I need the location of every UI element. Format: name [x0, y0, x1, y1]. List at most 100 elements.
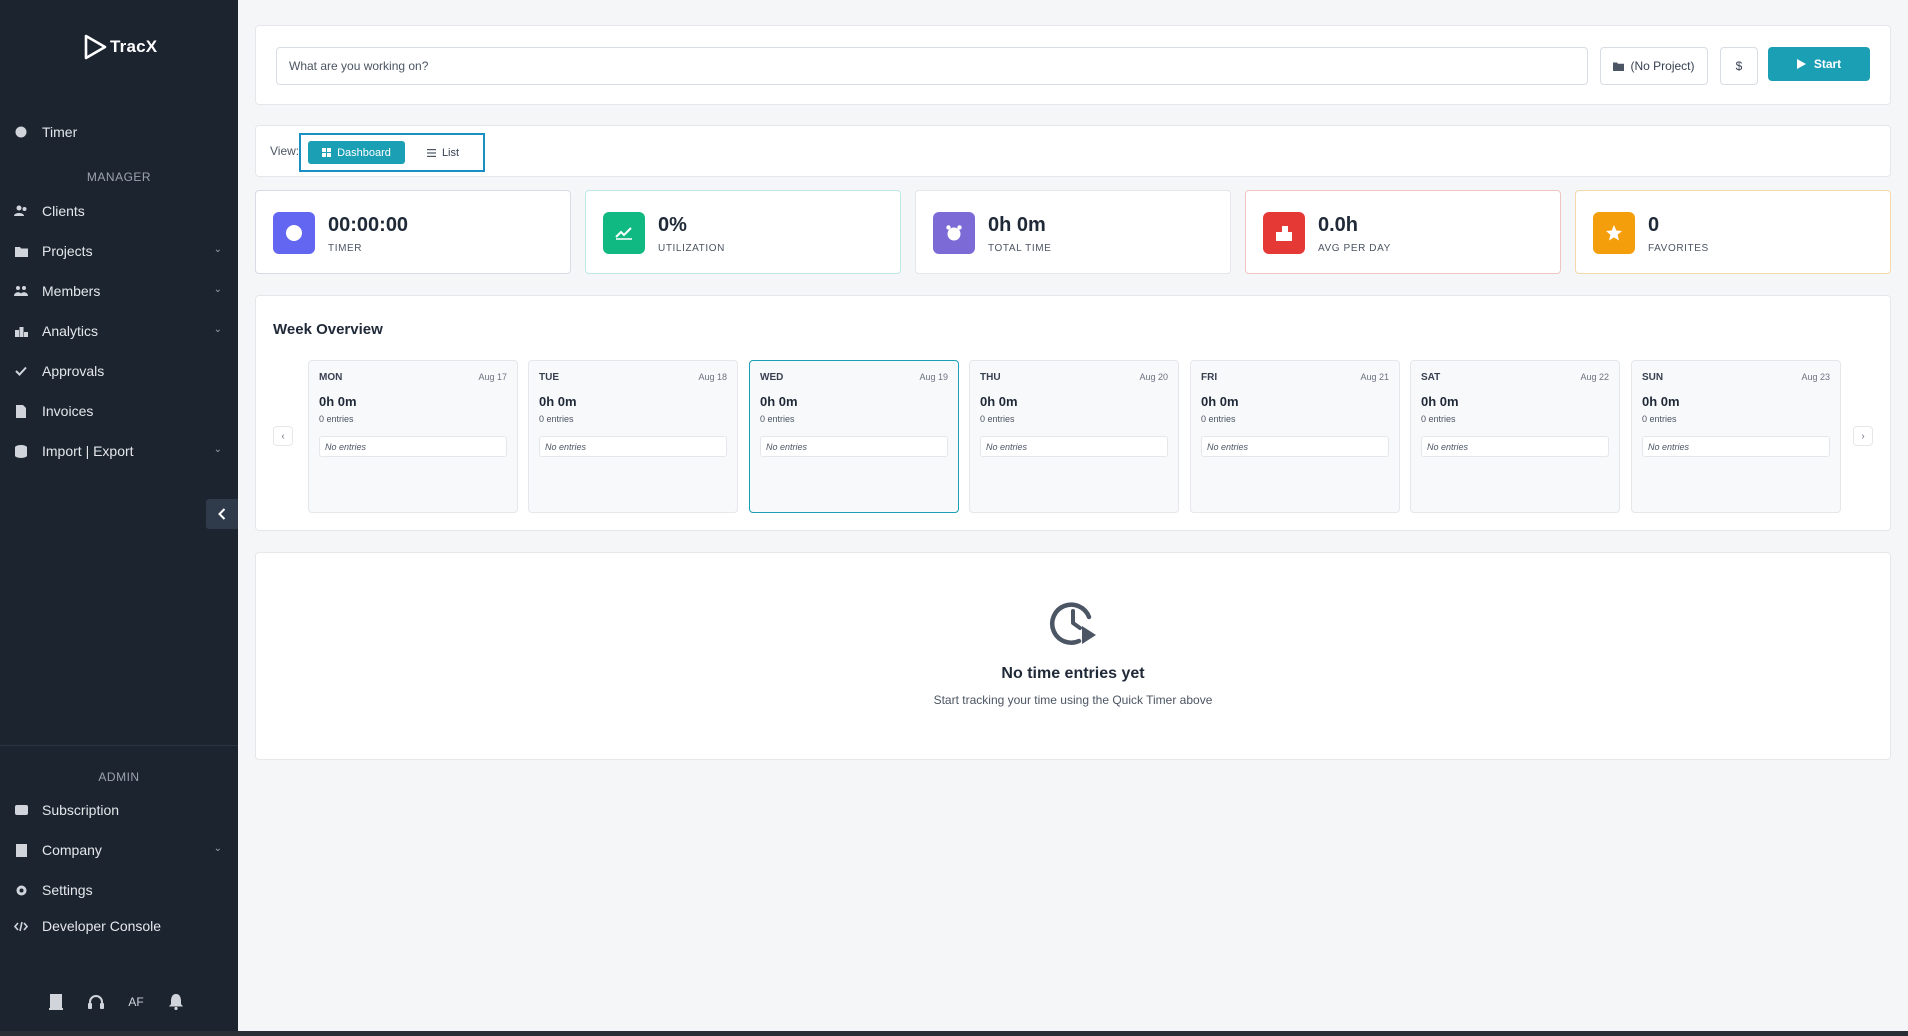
stat-card-utilization: 0% UTILIZATION	[585, 190, 901, 274]
code-icon	[14, 919, 28, 933]
collapse-sidebar-button[interactable]	[206, 499, 238, 529]
sidebar: TracX Timer MANAGER Clients Projects ⌄ M…	[0, 0, 238, 1031]
sidebar-item-settings[interactable]: Settings	[0, 875, 238, 905]
day-empty-state: No entries	[760, 436, 948, 457]
sidebar-divider	[0, 745, 238, 746]
dot-icon	[14, 125, 28, 139]
stat-value: 0%	[658, 214, 687, 236]
sidebar-item-timer[interactable]: Timer	[0, 117, 238, 147]
day-name: TUE	[539, 372, 559, 383]
task-description-input[interactable]: What are you working on?	[276, 47, 1588, 85]
chevron-right-icon: ›	[1861, 430, 1865, 442]
day-empty-state: No entries	[319, 436, 507, 457]
play-icon	[1796, 59, 1806, 69]
sidebar-item-developer-console[interactable]: Developer Console	[0, 911, 238, 941]
day-empty-state: No entries	[980, 436, 1168, 457]
start-button-label: Start	[1813, 57, 1842, 71]
database-icon	[14, 444, 28, 458]
sidebar-item-label: Invoices	[42, 403, 94, 419]
day-total: 0h 0m	[1642, 394, 1680, 409]
day-empty-state: No entries	[539, 436, 727, 457]
sidebar-item-label: Projects	[42, 243, 93, 259]
folder-icon	[1613, 62, 1625, 71]
chevron-left-icon	[218, 508, 226, 520]
sidebar-item-label: Developer Console	[42, 918, 162, 934]
day-card-fri[interactable]: FRI Aug 21 0h 0m 0 entries No entries	[1190, 360, 1400, 513]
start-timer-button[interactable]: Start	[1768, 47, 1870, 81]
check-icon	[14, 364, 28, 378]
day-entry-count: 0 entries	[1201, 414, 1236, 424]
stat-value: 0	[1648, 214, 1660, 236]
chevron-down-icon: ⌄	[213, 284, 222, 295]
day-card-wed[interactable]: WED Aug 19 0h 0m 0 entries No entries	[749, 360, 959, 513]
sidebar-item-projects[interactable]: Projects ⌄	[0, 236, 238, 266]
day-entry-count: 0 entries	[319, 414, 354, 424]
sidebar-item-import-export[interactable]: Import | Export ⌄	[0, 436, 238, 466]
building-icon	[14, 843, 28, 857]
project-select-button[interactable]: (No Project)	[1600, 47, 1708, 85]
sidebar-item-analytics[interactable]: Analytics ⌄	[0, 316, 238, 346]
building-icon[interactable]	[44, 993, 68, 1011]
list-icon	[426, 148, 436, 157]
bell-icon[interactable]	[164, 993, 188, 1011]
window-bottom-edge	[0, 1031, 1908, 1036]
chevron-down-icon: ⌄	[213, 444, 222, 455]
day-name: SAT	[1421, 372, 1441, 383]
billable-toggle-button[interactable]: $	[1720, 47, 1758, 85]
sidebar-item-invoices[interactable]: Invoices	[0, 396, 238, 426]
day-entry-count: 0 entries	[1421, 414, 1456, 424]
day-card-tue[interactable]: TUE Aug 18 0h 0m 0 entries No entries	[528, 360, 738, 513]
sidebar-item-label: Import | Export	[42, 443, 134, 459]
day-date: Aug 21	[1360, 372, 1389, 382]
day-total: 0h 0m	[539, 394, 577, 409]
sidebar-item-label: Members	[42, 283, 101, 299]
day-card-sat[interactable]: SAT Aug 22 0h 0m 0 entries No entries	[1410, 360, 1620, 513]
chevron-down-icon: ⌄	[213, 843, 222, 854]
sidebar-item-members[interactable]: Members ⌄	[0, 276, 238, 306]
sidebar-item-label: Clients	[42, 203, 85, 219]
sidebar-item-approvals[interactable]: Approvals	[0, 356, 238, 386]
day-entry-count: 0 entries	[980, 414, 1015, 424]
empty-state-title: No time entries yet	[1001, 665, 1145, 682]
sidebar-item-subscription[interactable]: Subscription	[0, 795, 238, 825]
next-week-button[interactable]: ›	[1853, 426, 1873, 446]
day-card-thu[interactable]: THU Aug 20 0h 0m 0 entries No entries	[969, 360, 1179, 513]
dashboard-view-button[interactable]: Dashboard	[308, 141, 405, 164]
day-date: Aug 20	[1139, 372, 1168, 382]
day-empty-state: No entries	[1421, 436, 1609, 457]
sidebar-item-clients[interactable]: Clients	[0, 196, 238, 226]
gear-icon	[14, 883, 28, 897]
sidebar-item-company[interactable]: Company ⌄	[0, 835, 238, 865]
empty-state-subtitle: Start tracking your time using the Quick…	[933, 693, 1213, 707]
play-logo-icon	[84, 34, 107, 60]
day-name: THU	[980, 372, 1001, 383]
prev-week-button[interactable]: ‹	[273, 426, 293, 446]
stat-label: TOTAL TIME	[988, 243, 1052, 254]
day-entry-count: 0 entries	[539, 414, 574, 424]
stat-value: 0.0h	[1318, 214, 1359, 236]
view-toggle-group: Dashboard List	[299, 133, 485, 172]
sidebar-item-label: Approvals	[42, 363, 105, 379]
day-empty-state: No entries	[1642, 436, 1830, 457]
stat-card-total-time: 0h 0m TOTAL TIME	[915, 190, 1231, 274]
day-card-mon[interactable]: MON Aug 17 0h 0m 0 entries No entries	[308, 360, 518, 513]
stat-label: UTILIZATION	[658, 243, 725, 254]
headset-icon[interactable]	[84, 993, 108, 1011]
day-card-sun[interactable]: SUN Aug 23 0h 0m 0 entries No entries	[1631, 360, 1841, 513]
sidebar-item-label: Analytics	[42, 323, 99, 339]
list-view-button[interactable]: List	[413, 141, 473, 164]
folder-icon	[14, 244, 28, 258]
avatar[interactable]: AF	[124, 993, 148, 1011]
dashboard-view-label: Dashboard	[337, 146, 391, 159]
stat-label: AVG PER DAY	[1318, 243, 1391, 254]
sidebar-footer: AF	[44, 993, 188, 1011]
day-entry-count: 0 entries	[1642, 414, 1677, 424]
app-logo[interactable]: TracX	[82, 33, 157, 61]
list-view-label: List	[441, 146, 460, 159]
week-overview-title: Week Overview	[273, 321, 383, 338]
analytics-icon	[14, 324, 28, 338]
chevron-down-icon: ⌄	[213, 244, 222, 255]
day-total: 0h 0m	[980, 394, 1018, 409]
stat-label: FAVORITES	[1648, 243, 1709, 254]
week-overview-card: Week Overview ‹ › MON Aug 17 0h 0m 0 ent…	[255, 295, 1891, 531]
